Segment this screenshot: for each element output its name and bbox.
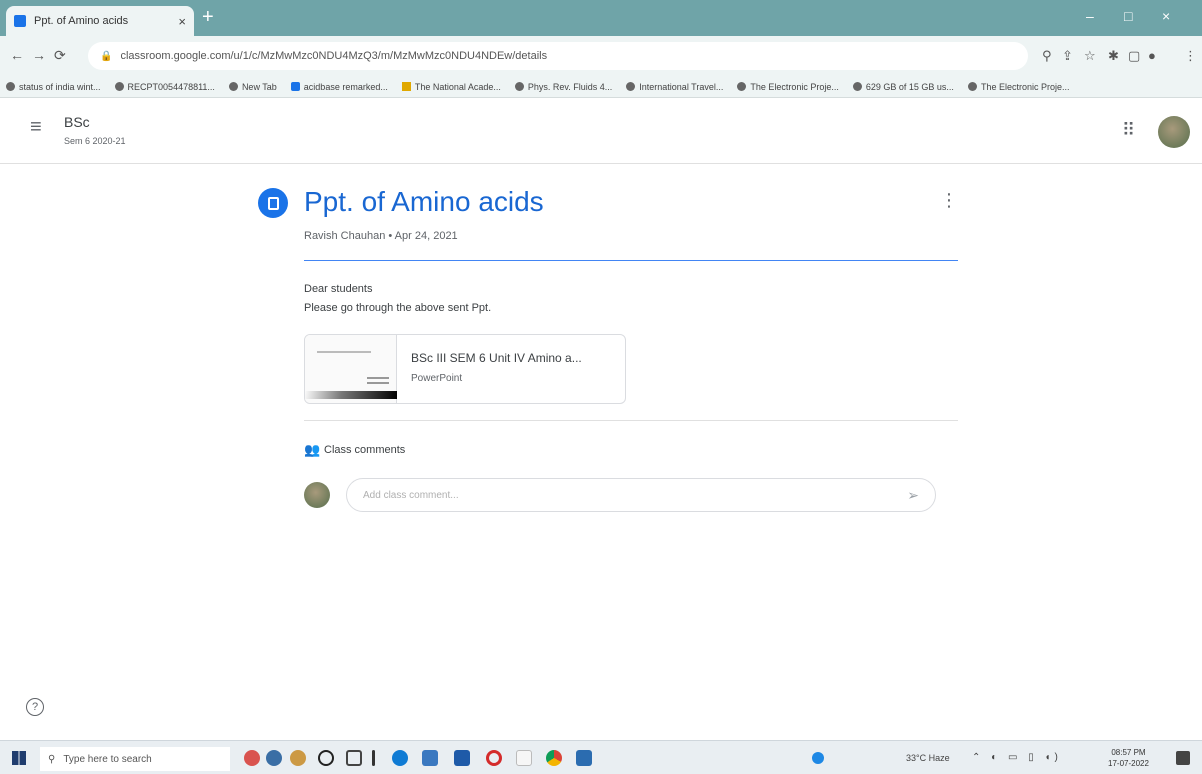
- comment-input[interactable]: [363, 489, 908, 501]
- windows-start-icon[interactable]: [12, 751, 26, 765]
- title-divider: [304, 260, 958, 261]
- new-tab-button[interactable]: +: [202, 7, 214, 27]
- reload-icon[interactable]: ⟳: [54, 47, 66, 64]
- taskbar-search[interactable]: ⚲ Type here to search: [40, 747, 230, 771]
- bookmark-favicon-icon: [514, 82, 524, 91]
- section-divider: [304, 420, 958, 421]
- bookmark-favicon-icon: [737, 82, 747, 91]
- course-name[interactable]: BSc: [64, 114, 90, 130]
- minimize-button[interactable]: –: [1086, 8, 1094, 24]
- bookmark-star-icon[interactable]: ☆: [1084, 48, 1096, 64]
- back-arrow-icon[interactable]: ←: [10, 47, 24, 63]
- help-icon[interactable]: ?: [26, 698, 44, 716]
- bookmark-favicon-icon: [626, 82, 636, 91]
- bookmark-favicon-icon: [228, 82, 238, 91]
- taskbar-search-placeholder: Type here to search: [63, 753, 152, 765]
- google-apps-grid-icon[interactable]: ⠿: [1122, 120, 1135, 141]
- bookmark-favicon-icon: [6, 82, 15, 91]
- zoom-icon[interactable]: ⚲: [1042, 48, 1052, 64]
- attachment-card[interactable]: BSc III SEM 6 Unit IV Amino a... PowerPo…: [304, 334, 626, 404]
- task-view-icon[interactable]: [346, 750, 362, 766]
- classroom-header: ≡ BSc Sem 6 2020-21 ⠿: [0, 98, 1202, 164]
- bookmark-favicon-icon: [967, 82, 977, 91]
- more-options-icon[interactable]: ⋮: [940, 190, 958, 211]
- share-icon[interactable]: ⇪: [1062, 48, 1073, 64]
- edge-icon[interactable]: [392, 750, 408, 766]
- notification-icon[interactable]: [1176, 751, 1190, 765]
- url-text: classroom.google.com/u/1/c/MzMwMzc0NDU4M…: [120, 50, 548, 62]
- chrome-menu-icon[interactable]: ⋮: [1184, 48, 1197, 64]
- sidepanel-icon[interactable]: ▢: [1128, 48, 1140, 64]
- attachment-type: PowerPoint: [411, 373, 463, 384]
- windows-taskbar: ⚲ Type here to search 33°C Haze ⌃ ◐ ▭ ▯ …: [0, 740, 1202, 774]
- commenter-avatar: [304, 482, 330, 508]
- opera-icon[interactable]: [486, 750, 502, 766]
- tab-close-icon[interactable]: ×: [178, 14, 186, 29]
- send-icon[interactable]: ➢: [907, 487, 919, 504]
- bookmark-item[interactable]: Phys. Rev. Fluids 4...: [514, 82, 612, 92]
- app-icon[interactable]: [812, 752, 824, 764]
- post-body-line: Please go through the above sent Ppt.: [304, 302, 492, 314]
- post-body-line: Dear students: [304, 283, 373, 295]
- weather-widget[interactable]: 33°C Haze: [906, 753, 950, 763]
- class-comments-label: Class comments: [324, 444, 406, 456]
- bookmark-item[interactable]: status of india wint...: [6, 82, 101, 92]
- bookmark-item[interactable]: New Tab: [228, 82, 277, 92]
- post-author-date: Ravish Chauhan • Apr 24, 2021: [304, 230, 458, 242]
- address-bar[interactable]: 🔒 classroom.google.com/u/1/c/MzMwMzc0NDU…: [88, 42, 1028, 70]
- bookmark-favicon-icon: [852, 82, 862, 91]
- forward-arrow-icon[interactable]: →: [32, 47, 46, 63]
- bookmark-item[interactable]: RECPT0054478811...: [114, 82, 215, 92]
- clock-date: 17-07-2022: [1108, 759, 1149, 768]
- browser-toolbar: ← → ⟳ 🔒 classroom.google.com/u/1/c/MzMwM…: [0, 36, 1202, 76]
- comment-box[interactable]: ➢: [346, 478, 936, 512]
- bookmark-favicon-icon: [290, 82, 300, 91]
- bookmark-item[interactable]: acidbase remarked...: [290, 82, 388, 92]
- bookmark-item[interactable]: The National Acade...: [401, 82, 501, 92]
- file-icon[interactable]: [516, 750, 532, 766]
- clock[interactable]: 08:57 PM 17-07-2022: [1108, 747, 1149, 769]
- attachment-title: BSc III SEM 6 Unit IV Amino a...: [411, 351, 582, 365]
- people-icon: 👥: [304, 442, 321, 457]
- app-icon[interactable]: [290, 750, 306, 766]
- tab-title: Ppt. of Amino acids: [34, 15, 129, 27]
- cortana-icon[interactable]: [318, 750, 334, 766]
- app-icon[interactable]: [244, 750, 260, 766]
- hamburger-menu-icon[interactable]: ≡: [30, 116, 42, 139]
- app-icon[interactable]: [576, 750, 592, 766]
- store-icon[interactable]: [422, 750, 438, 766]
- lock-icon: 🔒: [100, 50, 113, 62]
- post-title: Ppt. of Amino acids: [304, 186, 544, 217]
- bookmark-favicon-icon: [114, 82, 124, 91]
- profile-icon[interactable]: ●: [1148, 48, 1156, 63]
- restore-button[interactable]: □: [1124, 8, 1132, 24]
- bookmark-favicon-icon: [401, 82, 411, 91]
- material-doc-icon: [258, 188, 288, 218]
- bookmark-item[interactable]: The Electronic Proje...: [967, 82, 1069, 92]
- close-window-button[interactable]: ×: [1162, 8, 1170, 24]
- browser-tab-strip: Ppt. of Amino acids × + – □ ×: [0, 0, 1202, 36]
- search-icon: ⚲: [48, 753, 56, 765]
- bookmarks-bar: status of india wint... RECPT0054478811.…: [0, 76, 1202, 98]
- app-icon[interactable]: [266, 750, 282, 766]
- extensions-icon[interactable]: ✱: [1108, 48, 1119, 64]
- course-section: Sem 6 2020-21: [64, 136, 126, 146]
- system-tray-icons[interactable]: ⌃ ◐ ▭ ▯ ◖): [972, 752, 1062, 763]
- bookmark-item[interactable]: International Travel...: [626, 82, 723, 92]
- bookmark-item[interactable]: 629 GB of 15 GB us...: [852, 82, 954, 92]
- pipe-icon: [372, 750, 375, 766]
- chrome-icon[interactable]: [546, 750, 562, 766]
- clock-time: 08:57 PM: [1111, 748, 1146, 757]
- bookmark-item[interactable]: The Electronic Proje...: [737, 82, 839, 92]
- attachment-thumbnail: [305, 335, 397, 403]
- account-avatar[interactable]: [1158, 116, 1190, 148]
- classroom-favicon-icon: [14, 15, 26, 27]
- app-icon[interactable]: [454, 750, 470, 766]
- browser-tab[interactable]: Ppt. of Amino acids ×: [6, 6, 194, 36]
